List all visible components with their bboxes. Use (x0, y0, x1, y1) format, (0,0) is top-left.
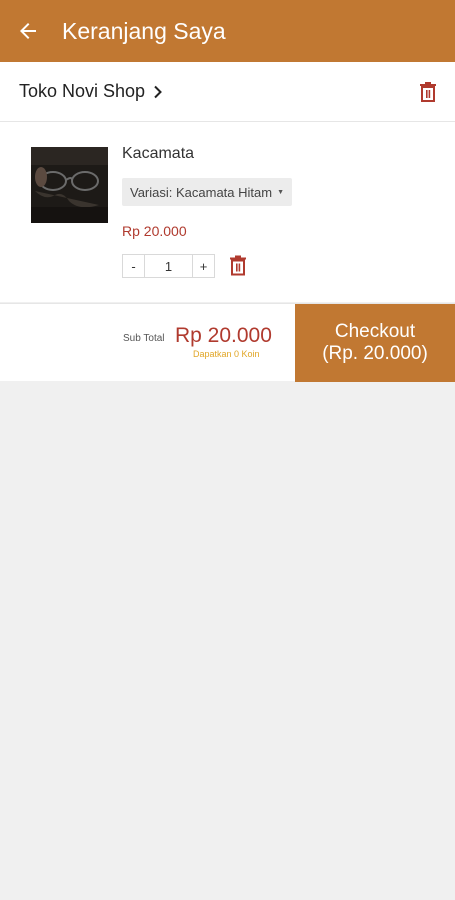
subtotal-label: Sub Total (123, 333, 165, 344)
back-button[interactable] (0, 0, 56, 62)
decrease-button[interactable]: - (122, 254, 145, 278)
subtotal-value: Rp 20.000 (175, 324, 272, 347)
variant-selector[interactable]: Variasi: Kacamata Hitam ▼ (122, 178, 293, 206)
product-name: Kacamata (122, 145, 195, 162)
quantity-input[interactable]: 1 (145, 254, 192, 278)
coins-reward: Dapatkan 0 Koin (193, 349, 260, 359)
caret-down-icon: ▼ (277, 188, 285, 196)
arrow-left-icon (20, 23, 36, 39)
quantity-stepper: - 1 + (122, 254, 215, 278)
product-image[interactable] (31, 147, 108, 223)
checkout-total: (Rp. 20.000) (322, 343, 428, 364)
checkout-bar: Sub Total Rp 20.000 Dapatkan 0 Koin Chec… (0, 303, 455, 382)
trash-icon (420, 82, 436, 102)
product-price: Rp 20.000 (122, 223, 187, 239)
increase-button[interactable]: + (192, 254, 215, 278)
page-title: Keranjang Saya (62, 17, 226, 44)
cart-item: Kacamata Variasi: Kacamata Hitam ▼ Rp 20… (0, 122, 455, 302)
shop-header[interactable]: Toko Novi Shop (0, 62, 455, 122)
shop-name[interactable]: Toko Novi Shop (19, 81, 145, 102)
checkout-button[interactable]: Checkout (Rp. 20.000) (295, 304, 455, 382)
variant-label: Variasi: Kacamata Hitam (130, 184, 273, 200)
item-delete-button[interactable] (229, 255, 247, 281)
checkout-label: Checkout (334, 321, 416, 342)
shop-delete-button[interactable] (419, 82, 437, 107)
app-bar: Keranjang Saya (0, 0, 455, 62)
chevron-right-icon (153, 85, 163, 99)
trash-icon (230, 255, 246, 276)
